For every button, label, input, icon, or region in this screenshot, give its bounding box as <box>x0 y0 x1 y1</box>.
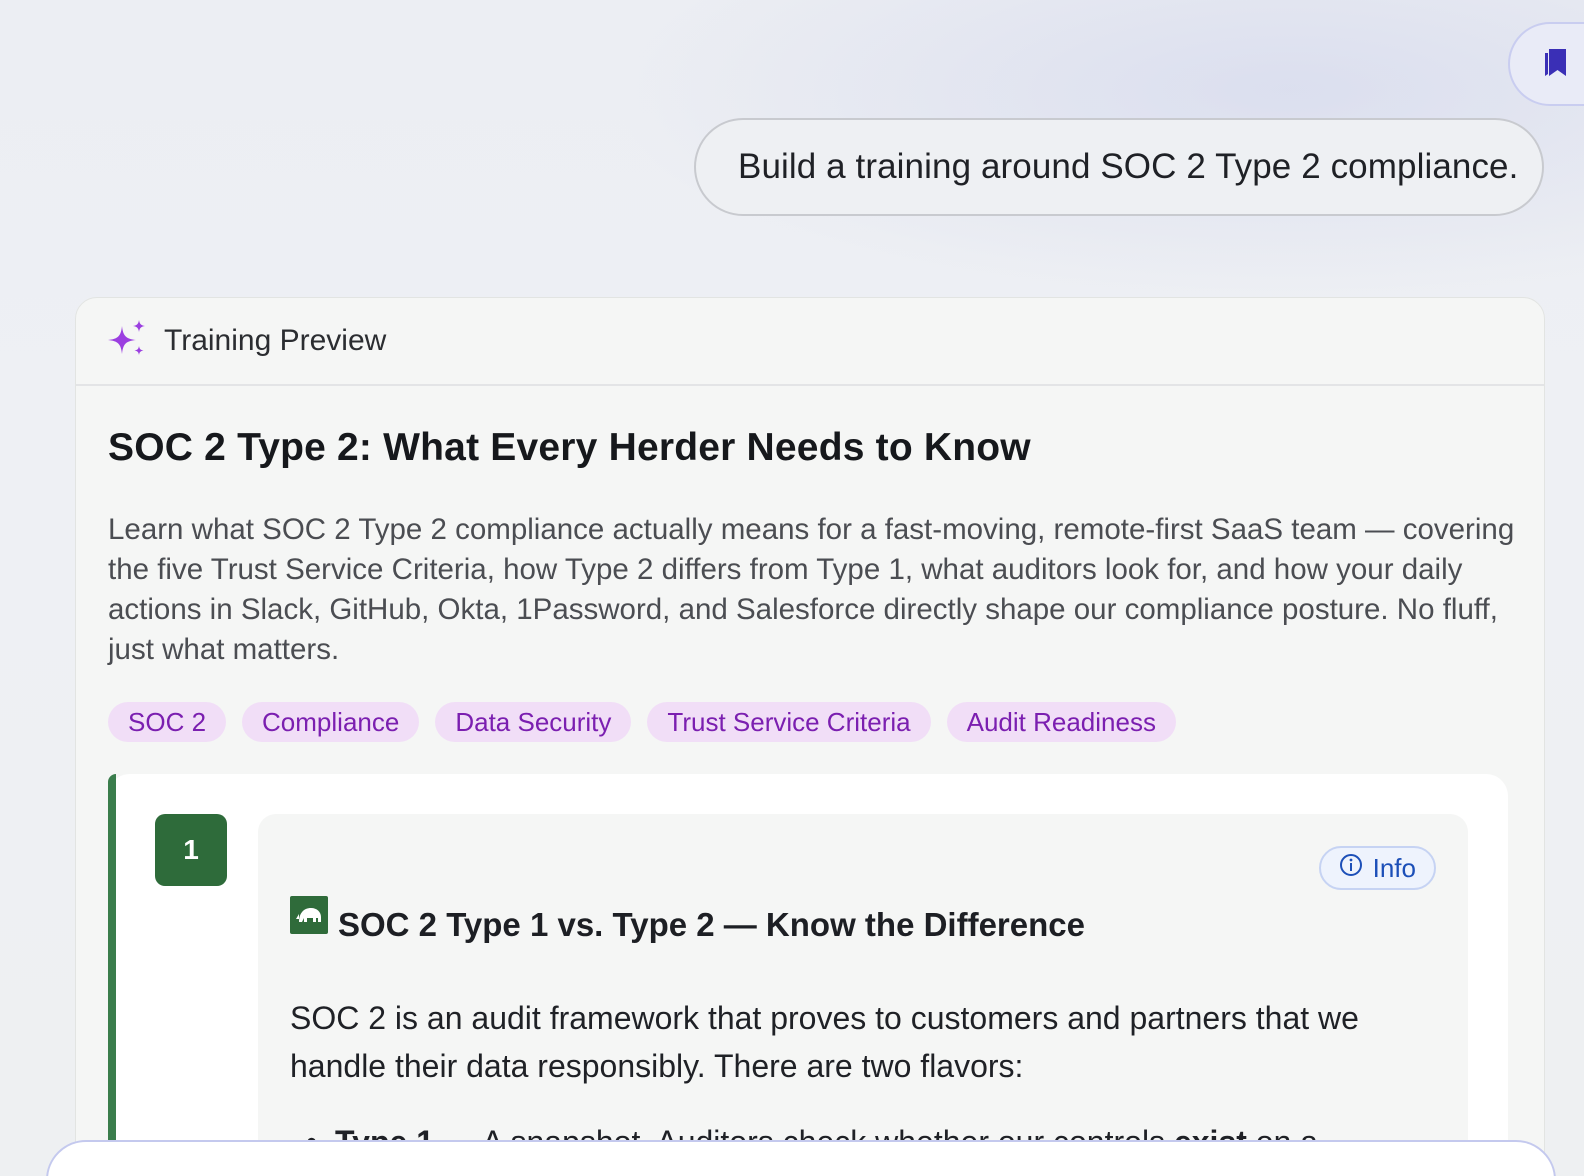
step-title-row: SOC 2 Type 1 vs. Type 2 — Know the Diffe… <box>290 896 1085 944</box>
tag-chip[interactable]: Compliance <box>242 702 420 742</box>
step-title: SOC 2 Type 1 vs. Type 2 — Know the Diffe… <box>338 906 1085 943</box>
herd-animal-icon <box>290 896 328 934</box>
step-accent-bar <box>108 774 116 1176</box>
step-body: SOC 2 is an audit framework that proves … <box>290 1000 1359 1084</box>
training-preview-card: Training Preview SOC 2 Type 2: What Ever… <box>75 297 1545 1176</box>
step-content: Info SOC 2 Type 1 vs. Type 2 — Know the … <box>258 814 1468 1176</box>
step-card: 1 Info SOC 2 Type 1 vs. Type 2 — Know th… <box>108 774 1508 1176</box>
info-icon <box>1339 853 1363 884</box>
tag-list: SOC 2 Compliance Data Security Trust Ser… <box>108 702 1512 742</box>
tag-chip[interactable]: Audit Readiness <box>946 702 1176 742</box>
step-number-badge: 1 <box>155 814 227 886</box>
card-body: SOC 2 Type 2: What Every Herder Needs to… <box>76 426 1544 1176</box>
card-header: Training Preview <box>76 298 1544 386</box>
bookmark-button[interactable] <box>1508 22 1584 106</box>
info-badge-label: Info <box>1372 852 1416 883</box>
card-header-title: Training Preview <box>164 324 387 357</box>
course-description: Learn what SOC 2 Type 2 compliance actua… <box>108 513 1515 666</box>
message-composer[interactable] <box>46 1140 1556 1176</box>
user-message-bubble: Build a training around SOC 2 Type 2 com… <box>694 118 1544 216</box>
sparkle-icon <box>108 319 148 363</box>
app-canvas: Build a training around SOC 2 Type 2 com… <box>0 0 1584 1176</box>
tag-chip[interactable]: Trust Service Criteria <box>647 702 931 742</box>
course-title: SOC 2 Type 2: What Every Herder Needs to… <box>108 426 1031 469</box>
user-message-text: Build a training around SOC 2 Type 2 com… <box>738 147 1519 186</box>
bookmark-icon <box>1542 46 1570 83</box>
tag-chip[interactable]: SOC 2 <box>108 702 227 742</box>
info-badge[interactable]: Info <box>1318 846 1436 890</box>
tag-chip[interactable]: Data Security <box>435 702 632 742</box>
